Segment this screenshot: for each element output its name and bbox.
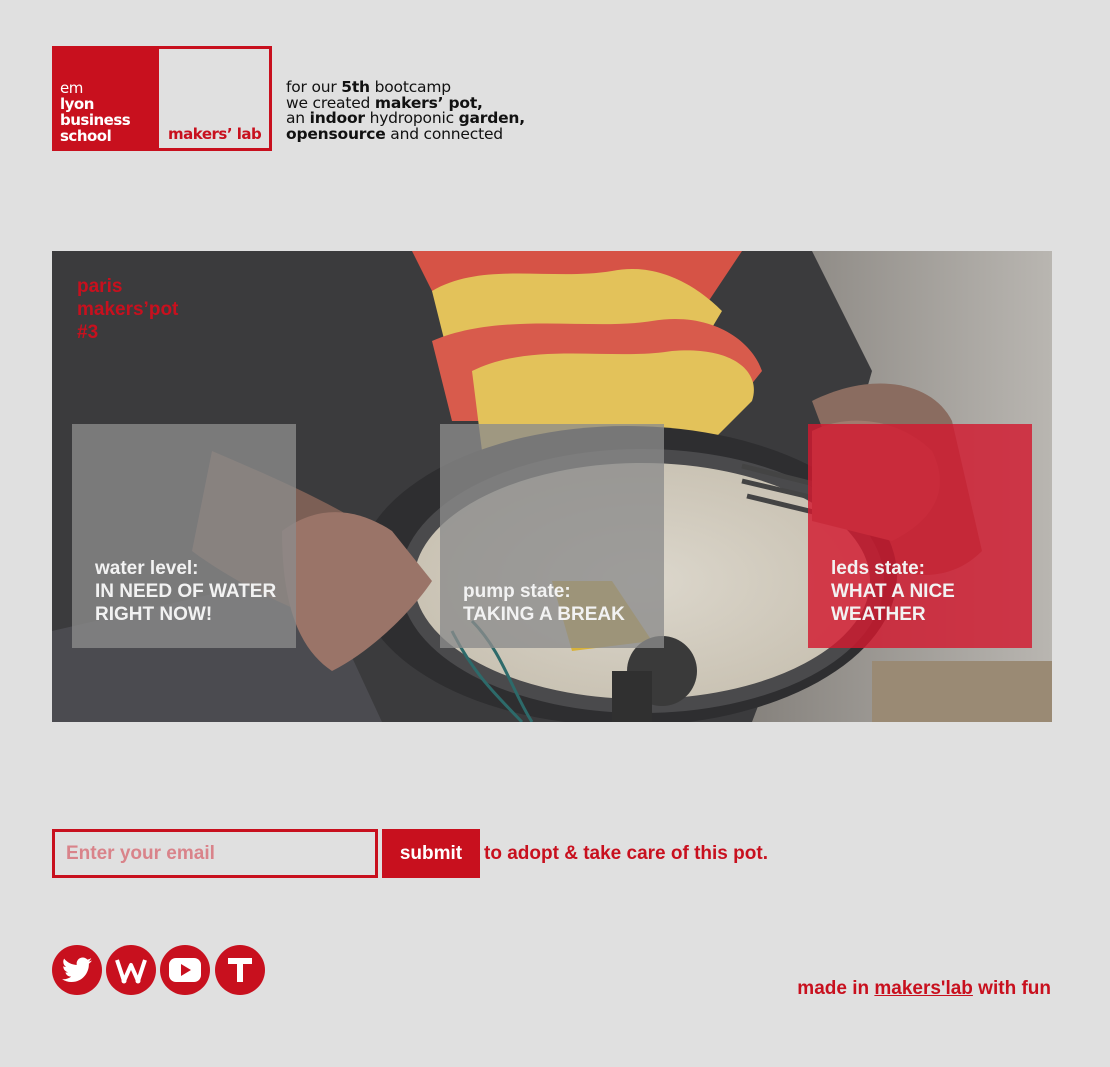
submit-button[interactable]: submit (382, 829, 480, 878)
logo-em-line: school (60, 127, 112, 145)
panel-value: TAKING A BREAK (463, 604, 625, 625)
footer-suffix: with fun (972, 978, 1051, 999)
footer-prefix: made in (797, 978, 875, 999)
makers-lab-logo[interactable]: makers’ lab (156, 46, 272, 151)
panel-value: IN NEED OF WATER (95, 581, 277, 602)
panel-label: pump state: (463, 581, 571, 602)
hero-image: paris makers’pot #3 water level: IN NEED… (52, 251, 1052, 722)
twitter-icon (62, 957, 92, 982)
panel-label: leds state: (831, 558, 925, 579)
tumblr-button[interactable] (215, 945, 265, 995)
makers-lab-link[interactable]: makers'lab (874, 978, 973, 999)
youtube-icon (169, 958, 201, 982)
tagline-text: and connected (385, 124, 503, 143)
panel-label: water level: (95, 558, 199, 579)
logo-em-line: business (60, 111, 131, 129)
adopt-text: to adopt & take care of this pot. (484, 843, 768, 864)
hero-title-line: paris (77, 276, 123, 297)
tagline: for our 5th bootcamp we created makers’ … (286, 79, 525, 143)
panel-value: WEATHER (831, 604, 926, 625)
panel-value: WHAT A NICE (831, 581, 955, 602)
hero-title: paris makers’pot #3 (77, 275, 178, 344)
email-input[interactable] (52, 829, 378, 878)
youtube-button[interactable] (160, 945, 210, 995)
leds-state-panel: leds state: WHAT A NICE WEATHER (808, 424, 1032, 648)
tumblr-icon (228, 958, 252, 982)
logo-em-line: lyon (60, 95, 94, 113)
wordpress-button[interactable] (106, 945, 156, 995)
logo-em-line: em (60, 79, 83, 97)
emlyon-logo[interactable]: em lyon business school (52, 46, 156, 151)
twitter-button[interactable] (52, 945, 102, 995)
footer-credit: made in makers'lab with fun (797, 978, 1051, 1000)
tagline-bold: opensource (286, 124, 386, 143)
tagline-line: opensource and connected (286, 124, 525, 143)
pump-state-panel: pump state: TAKING A BREAK (440, 424, 664, 648)
wordpress-icon (115, 959, 147, 984)
water-level-panel: water level: IN NEED OF WATER RIGHT NOW! (72, 424, 296, 648)
hero-title-line: #3 (77, 322, 99, 343)
panel-value: RIGHT NOW! (95, 604, 213, 625)
hero-title-line: makers’pot (77, 299, 179, 320)
makers-lab-logo-label: makers’ lab (168, 125, 262, 143)
